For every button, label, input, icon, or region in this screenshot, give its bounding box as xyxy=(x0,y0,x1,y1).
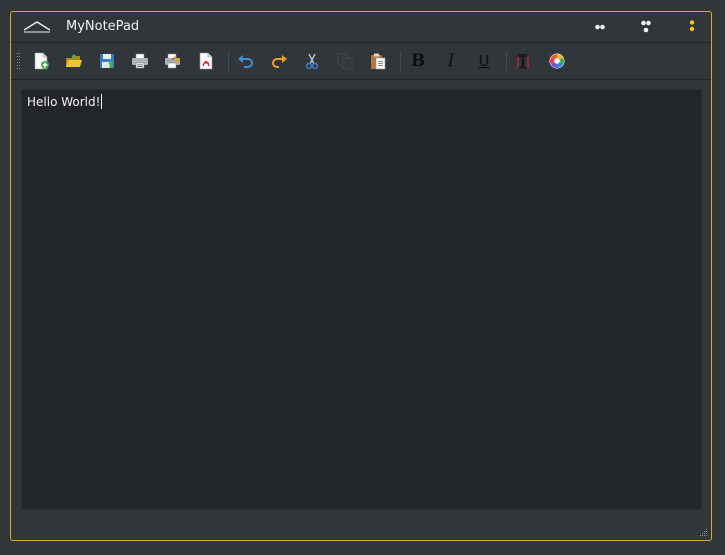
copy-icon xyxy=(337,53,353,70)
bold-button[interactable]: B xyxy=(408,51,428,71)
minimize-button[interactable] xyxy=(591,18,609,36)
printer-icon xyxy=(132,53,148,69)
resize-grip-icon[interactable] xyxy=(698,527,708,537)
open-folder-icon xyxy=(66,54,82,67)
window-title: MyNotePad xyxy=(66,19,140,34)
editor-content: Hello World! xyxy=(27,95,101,109)
paste-icon xyxy=(371,53,386,70)
color-wheel-icon xyxy=(549,53,565,69)
new-document-icon xyxy=(34,52,49,70)
maximize-button[interactable] xyxy=(637,18,655,36)
redo-icon xyxy=(272,55,287,68)
print-preview-icon xyxy=(165,53,180,69)
export-pdf-button[interactable] xyxy=(196,51,216,71)
title-bar[interactable]: MyNotePad xyxy=(11,12,711,42)
toolbar-separator xyxy=(400,51,401,71)
new-file-button[interactable] xyxy=(31,51,51,71)
pdf-icon xyxy=(199,52,213,70)
toolbar-grip-icon[interactable] xyxy=(17,53,21,69)
print-preview-button[interactable] xyxy=(163,51,183,71)
redo-button[interactable] xyxy=(269,51,289,71)
save-file-button[interactable] xyxy=(97,51,117,71)
open-file-button[interactable] xyxy=(64,51,84,71)
toolbar-separator-bottom xyxy=(11,79,711,80)
underline-label: U xyxy=(478,52,490,70)
undo-icon xyxy=(238,55,253,68)
underline-button[interactable]: U xyxy=(474,51,494,71)
print-button[interactable] xyxy=(130,51,150,71)
save-icon xyxy=(100,54,114,68)
color-button[interactable] xyxy=(547,51,567,71)
scissors-icon xyxy=(305,53,319,70)
copy-button[interactable] xyxy=(335,51,355,71)
close-button[interactable] xyxy=(683,18,701,36)
italic-button[interactable]: I xyxy=(441,51,461,71)
font-button[interactable] xyxy=(513,51,533,71)
text-caret xyxy=(101,94,103,109)
italic-label: I xyxy=(447,51,455,71)
bold-label: B xyxy=(410,51,426,71)
font-icon xyxy=(517,54,529,69)
text-editor[interactable]: Hello World! xyxy=(21,89,702,510)
undo-button[interactable] xyxy=(236,51,256,71)
toolbar-separator xyxy=(506,51,507,71)
main-toolbar: B I U xyxy=(11,43,711,79)
paste-button[interactable] xyxy=(368,51,388,71)
toolbar-separator xyxy=(228,51,229,71)
cut-button[interactable] xyxy=(302,51,322,71)
app-chevron-icon[interactable] xyxy=(22,18,52,34)
main-window: MyNotePad B I U Hello World! xyxy=(10,11,712,541)
